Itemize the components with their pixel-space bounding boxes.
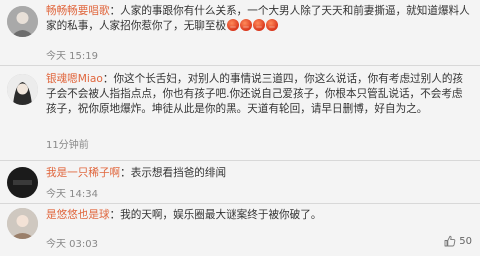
comment-text: 畅畅畅要唱歌：人家的事跟你有什么关系，一个大男人除了天天和前妻撕逼，就知道爆料人…: [46, 5, 470, 33]
divider: [0, 160, 480, 161]
divider: [0, 203, 480, 204]
angry-face-icon: [253, 19, 266, 32]
angry-face-icon: [240, 19, 253, 32]
comment-body: 我的天啊，娱乐圈最大谜案终于被你破了。: [120, 209, 322, 221]
comment-username[interactable]: 银魂嗯Miao: [46, 73, 103, 85]
comment-time: 今天 03:03: [46, 239, 98, 250]
like-button[interactable]: 50: [444, 235, 472, 247]
angry-face-icon: [266, 19, 279, 32]
comment-text: 我是一只稀子啊：表示想看挡爸的绯闻: [46, 167, 227, 179]
comment-username[interactable]: 我是一只稀子啊: [46, 167, 120, 179]
thumbs-up-icon: [444, 235, 456, 247]
avatar[interactable]: [7, 208, 38, 239]
angry-face-icon: [227, 19, 240, 32]
like-count: 50: [459, 235, 472, 247]
avatar[interactable]: [7, 6, 38, 37]
comment-body: 表示想看挡爸的绯闻: [130, 167, 227, 179]
comment-time: 11分钟前: [46, 140, 89, 151]
avatar[interactable]: [7, 167, 38, 198]
avatar[interactable]: [7, 74, 38, 105]
divider: [0, 65, 480, 66]
comment-text: 银魂嗯Miao：你这个长舌妇，对别人的事情说三道四，你这么说话，你有考虑过别人的…: [46, 73, 464, 116]
comment-time: 今天 15:19: [46, 51, 98, 62]
comment-text: 是悠悠也是球：我的天啊，娱乐圈最大谜案终于被你破了。: [46, 209, 322, 221]
comment-username[interactable]: 畅畅畅要唱歌: [46, 5, 110, 17]
comment-time: 今天 14:34: [46, 189, 98, 200]
comment-username[interactable]: 是悠悠也是球: [46, 209, 110, 221]
